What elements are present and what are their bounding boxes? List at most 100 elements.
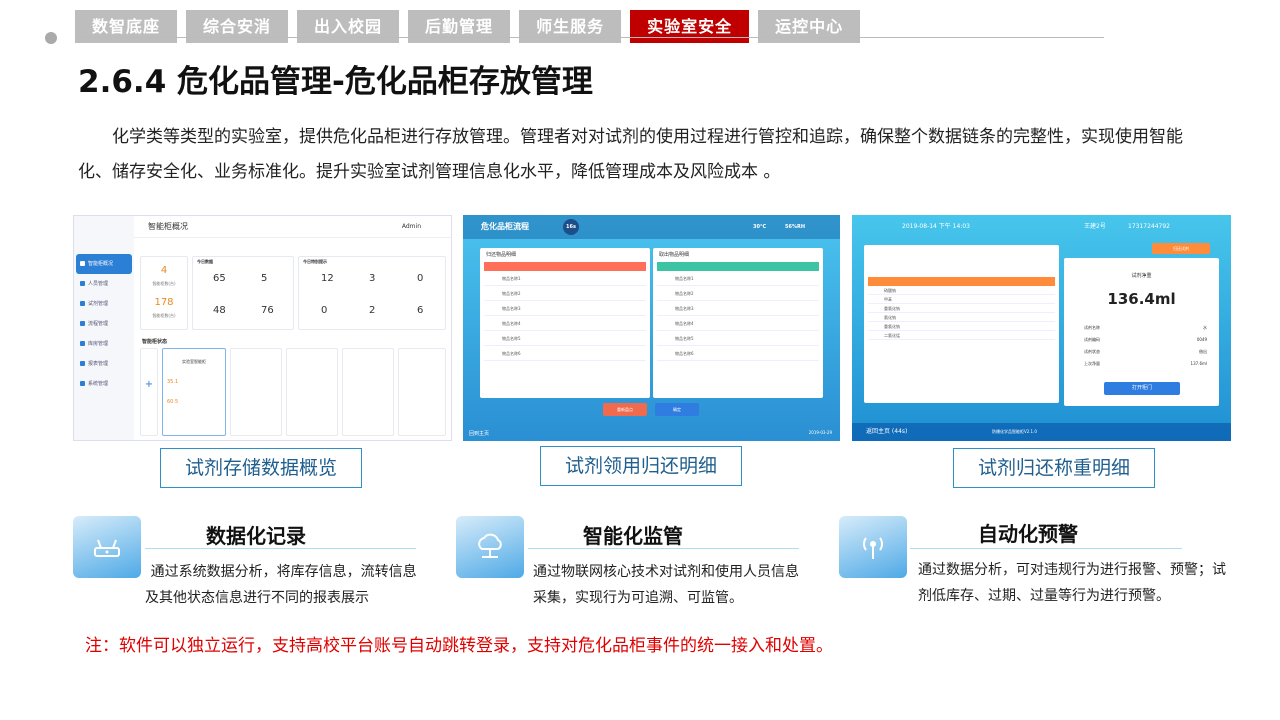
s1-alarm-d: 0 <box>321 305 328 316</box>
s3-info-status-label: 试剂状态 <box>1084 349 1100 354</box>
s3-info-code-label: 试剂编码 <box>1084 337 1100 342</box>
table-row: 物品名称1 <box>657 271 819 286</box>
s3-info-name-label: 试剂名称 <box>1084 325 1100 330</box>
footnote: 注：软件可以独立运行，支持高校平台账号自动跳转登录，支持对危化品柜事件的统一接入… <box>85 636 833 656</box>
s1-cabinet-card-2[interactable] <box>230 348 282 436</box>
add-icon: + <box>144 379 154 390</box>
s1-alarm-a: 12 <box>321 273 334 284</box>
table-row: 物品名称6 <box>657 346 819 361</box>
s1-today-a: 65 <box>213 273 226 284</box>
table-row: 物品名称3 <box>657 301 819 316</box>
s1-cabinet-name: 实验室智能柜 <box>182 359 206 364</box>
feature-desc-data: 通过系统数据分析，将库存信息，流转信息及其他状态信息进行不同的报表展示 <box>145 564 417 606</box>
s3-phone: 17317244792 <box>1128 223 1170 230</box>
screenshot-weighing: 2019-08-14 下午 14:03 王建2号 17317244792 硝酸钠… <box>852 215 1231 441</box>
s1-stat2-value: 178 <box>154 297 174 308</box>
s3-info-labels: 试剂名称 试剂编码 试剂状态 上次净量 <box>1084 322 1100 370</box>
s2-return-title: 归还物品明细 <box>486 252 517 258</box>
s3-return-button[interactable]: 归还试剂 <box>1152 243 1210 254</box>
feature-title-data: 数据化记录 <box>206 524 306 548</box>
sidebar-item-process[interactable]: 流程管理 <box>76 314 132 334</box>
s3-table-header <box>868 277 1055 286</box>
tab-yunkong[interactable]: 运控中心 <box>758 10 861 43</box>
tab-shisheng[interactable]: 师生服务 <box>519 10 622 43</box>
s2-back-button[interactable]: 回到主页 <box>469 430 489 437</box>
tab-lab-safety[interactable]: 实验室安全 <box>630 10 750 43</box>
s1-stat2-label: 智能柜数(台) <box>152 313 176 318</box>
bullet-dot <box>45 32 57 44</box>
table-row[interactable]: 硝酸钠 <box>868 286 1055 295</box>
sidebar-item-warehouse[interactable]: 库房管理 <box>76 334 132 354</box>
s3-back-button[interactable]: 返回主页 (44s) <box>866 428 907 435</box>
s1-header: 智能柜概况 Admin <box>134 216 451 238</box>
top-nav-tabs: 数智底座 综合安消 出入校园 后勤管理 师生服务 实验室安全 运控中心 <box>75 10 861 43</box>
feature-desc-monitor: 通过物联网核心技术对试剂和使用人员信息采集，实现行为可追溯、可监管。 <box>533 564 799 606</box>
s1-cabinet-card-4[interactable] <box>342 348 394 436</box>
sidebar-item-staff[interactable]: 人员管理 <box>76 274 132 294</box>
s1-header-title: 智能柜概况 <box>148 222 188 231</box>
table-row: 物品名称4 <box>484 316 646 331</box>
s2-confirm-button[interactable]: 确定 <box>655 403 699 416</box>
s3-list-panel: 硝酸钠 甲苯 重氯化钠 氯化钠 重氯化钠 二氯化锰 <box>864 245 1059 403</box>
s1-alarm-e: 2 <box>369 305 376 316</box>
s1-alarm-f: 6 <box>417 305 424 316</box>
s3-header: 2019-08-14 下午 14:03 王建2号 17317244792 <box>852 215 1231 239</box>
feature-title-alert: 自动化预警 <box>978 522 1078 546</box>
s1-today-card: 今日数据 65 5 48 76 <box>192 256 294 330</box>
s3-info-code: 0049 <box>1196 337 1207 342</box>
s2-return-table-header <box>484 262 646 271</box>
s1-alarm-b: 3 <box>369 273 376 284</box>
s1-cabinet-card-5[interactable] <box>398 348 446 436</box>
s2-recount-button[interactable]: 重新盘点 <box>603 403 647 416</box>
tab-churu[interactable]: 出入校园 <box>297 10 400 43</box>
s1-cabinet-card-3[interactable] <box>286 348 338 436</box>
s1-stat1-label: 智能柜数(台) <box>152 281 176 286</box>
network-cloud-icon <box>456 516 524 578</box>
feature-desc-alert: 通过数据分析，可对违规行为进行报警、预警；试剂低库存、过期、过量等行为进行预警。 <box>918 562 1226 604</box>
table-row: 物品名称6 <box>484 346 646 361</box>
s3-info-status: 借出 <box>1199 349 1207 354</box>
s2-temp: 30°C <box>753 224 767 230</box>
table-row: 物品名称4 <box>657 316 819 331</box>
table-row[interactable]: 二氯化锰 <box>868 331 1055 340</box>
table-row[interactable]: 重氯化钠 <box>868 304 1055 313</box>
signal-tower-icon <box>839 516 907 578</box>
caption-storage-overview: 试剂存储数据概览 <box>160 448 362 488</box>
s3-info-values: 水 0049 借出 137.6ml <box>1191 322 1207 370</box>
s2-take-title: 取出物品明细 <box>659 252 690 258</box>
s1-alarm-title: 今日特别提示 <box>303 259 327 264</box>
table-row[interactable]: 氯化钠 <box>868 313 1055 322</box>
intro-paragraph: 化学类等类型的实验室，提供危化品柜进行存放管理。管理者对对试剂的使用过程进行管控… <box>78 127 1183 182</box>
sidebar-item-overview[interactable]: 智能柜概况 <box>76 254 132 274</box>
sidebar: 智能柜概况 人员管理 试剂管理 流程管理 库房管理 报表管理 系统管理 <box>74 216 134 440</box>
s1-add-cabinet[interactable]: + <box>140 348 158 436</box>
s3-weight-panel: 试剂净重 136.4ml 试剂名称 试剂编码 试剂状态 上次净量 水 0049 … <box>1064 258 1219 406</box>
sidebar-item-system[interactable]: 系统管理 <box>76 374 132 394</box>
s1-today-title: 今日数据 <box>197 259 213 264</box>
table-row[interactable]: 甲苯 <box>868 295 1055 304</box>
s1-stat1-value: 4 <box>160 265 168 276</box>
s1-cabinet-card-1[interactable]: 实验室智能柜 35.1 60.5 <box>162 348 226 436</box>
s3-open-door-button[interactable]: 打开柜门 <box>1104 382 1180 395</box>
screenshot-cabinet-overview: 智能柜概况 人员管理 试剂管理 流程管理 库房管理 报表管理 系统管理 智能柜概… <box>73 215 452 441</box>
table-row: 物品名称2 <box>484 286 646 301</box>
s3-footer: 返回主页 (44s) 防爆化学品智能柜V2.1.0 <box>852 423 1231 441</box>
sidebar-item-report[interactable]: 报表管理 <box>76 354 132 374</box>
s1-admin[interactable]: Admin <box>402 216 421 238</box>
caption-use-return: 试剂领用归还明细 <box>540 446 742 486</box>
router-icon <box>73 516 141 578</box>
s1-cabinet-temp: 35.1 <box>167 379 179 385</box>
s1-today-d: 76 <box>261 305 274 316</box>
tab-shuzhi[interactable]: 数智底座 <box>75 10 178 43</box>
s1-stat-card: 4 智能柜数(台) 178 智能柜数(台) <box>140 256 188 330</box>
tab-houqin[interactable]: 后勤管理 <box>408 10 511 43</box>
tab-anxiao[interactable]: 综合安消 <box>186 10 289 43</box>
s2-take-panel: 取出物品明细 物品名称1 物品名称2 物品名称3 物品名称4 物品名称5 物品名… <box>653 248 823 398</box>
table-row[interactable]: 重氯化钠 <box>868 322 1055 331</box>
page-title: 2.6.4 危化品管理-危化品柜存放管理 <box>78 64 593 100</box>
s3-info-name: 水 <box>1203 325 1207 330</box>
table-row: 物品名称2 <box>657 286 819 301</box>
sidebar-item-reagent[interactable]: 试剂管理 <box>76 294 132 314</box>
s3-weight-label: 试剂净重 <box>1131 273 1152 279</box>
table-row: 物品名称5 <box>657 331 819 346</box>
